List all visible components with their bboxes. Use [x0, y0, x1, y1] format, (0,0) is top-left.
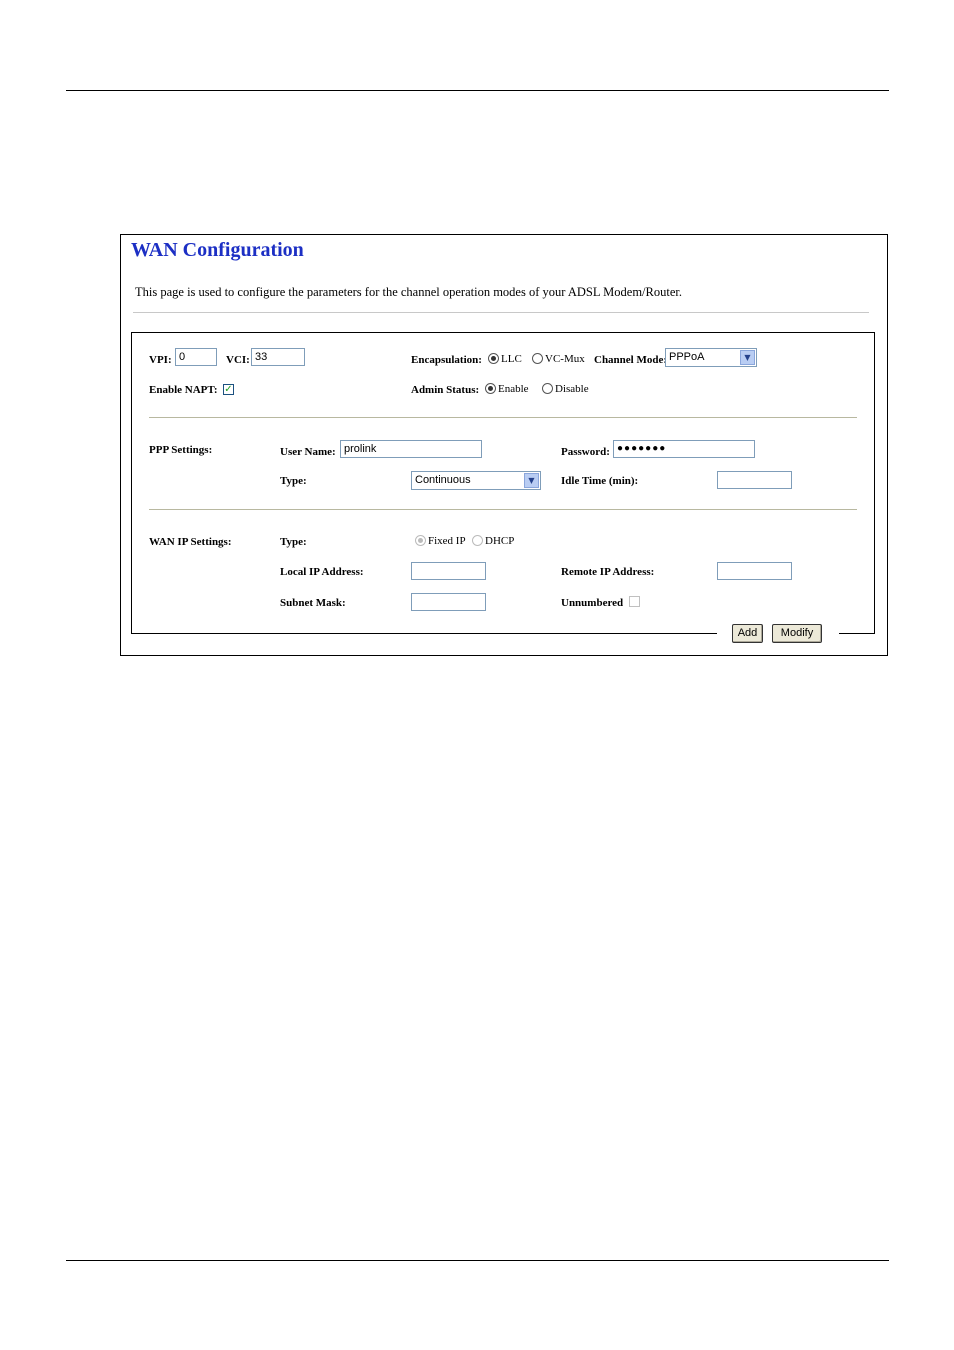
ppp-type-value: Continuous	[415, 474, 471, 486]
page-description: This page is used to configure the param…	[135, 285, 682, 299]
fixed-ip-radio[interactable]	[415, 535, 426, 546]
description-divider	[133, 312, 869, 313]
subnet-mask-input[interactable]	[411, 593, 486, 611]
local-ip-input[interactable]	[411, 562, 486, 580]
admin-disable-radio[interactable]	[542, 383, 553, 394]
page-bottom-rule	[66, 1260, 889, 1261]
encap-vcmux-radio[interactable]	[532, 353, 543, 364]
username-label: User Name:	[280, 446, 336, 458]
channel-mode-select[interactable]: PPPoA ▼	[665, 348, 757, 367]
subnet-mask-label: Subnet Mask:	[280, 597, 346, 609]
vci-input[interactable]: 33	[251, 348, 305, 366]
chevron-down-icon: ▼	[524, 473, 539, 488]
remote-ip-label: Remote IP Address:	[561, 566, 655, 578]
encap-llc-label: LLC	[501, 353, 522, 365]
channel-mode-value: PPPoA	[669, 351, 705, 363]
admin-enable-label: Enable	[498, 383, 529, 395]
admin-disable-label: Disable	[555, 383, 589, 395]
dhcp-label: DHCP	[485, 535, 515, 547]
wan-config-screenshot: WAN Configuration This page is used to c…	[120, 234, 888, 656]
ppp-settings-label: PPP Settings:	[149, 444, 213, 456]
napt-label: Enable NAPT:	[149, 384, 218, 396]
section-divider	[149, 509, 857, 510]
wan-ip-type-label: Type:	[280, 536, 307, 548]
admin-status-label: Admin Status:	[411, 384, 480, 396]
password-label: Password:	[561, 446, 610, 458]
add-button[interactable]: Add	[732, 624, 763, 643]
channel-mode-label: Channel Mode:	[594, 354, 668, 366]
idle-time-input[interactable]	[717, 471, 792, 489]
vpi-label: VPI:	[149, 354, 172, 366]
unnumbered-checkbox[interactable]	[629, 596, 640, 607]
local-ip-label: Local IP Address:	[280, 566, 364, 578]
vci-label: VCI:	[226, 354, 250, 366]
remote-ip-input[interactable]	[717, 562, 792, 580]
ppp-type-label: Type:	[280, 475, 307, 487]
ppp-type-select[interactable]: Continuous ▼	[411, 471, 541, 490]
napt-checkbox[interactable]: ✓	[223, 384, 234, 395]
page-top-rule	[66, 90, 889, 91]
encapsulation-label: Encapsulation:	[411, 354, 482, 366]
idle-time-label: Idle Time (min):	[561, 475, 639, 487]
section-divider	[149, 417, 857, 418]
vpi-input[interactable]: 0	[175, 348, 217, 366]
unnumbered-label: Unnumbered	[561, 597, 624, 609]
username-input[interactable]: prolink	[340, 440, 482, 458]
chevron-down-icon: ▼	[740, 350, 755, 365]
modify-button[interactable]: Modify	[772, 624, 822, 643]
page-title: WAN Configuration	[131, 239, 304, 261]
fixed-ip-label: Fixed IP	[428, 535, 466, 547]
dhcp-radio[interactable]	[472, 535, 483, 546]
encap-vcmux-label: VC-Mux	[545, 353, 585, 365]
encap-llc-radio[interactable]	[488, 353, 499, 364]
admin-enable-radio[interactable]	[485, 383, 496, 394]
password-input[interactable]: ●●●●●●●	[613, 440, 755, 458]
wan-ip-settings-label: WAN IP Settings:	[149, 536, 232, 548]
channel-form: VPI: 0 VCI: 33 Encapsulation: LLC VC-Mux…	[131, 332, 875, 634]
